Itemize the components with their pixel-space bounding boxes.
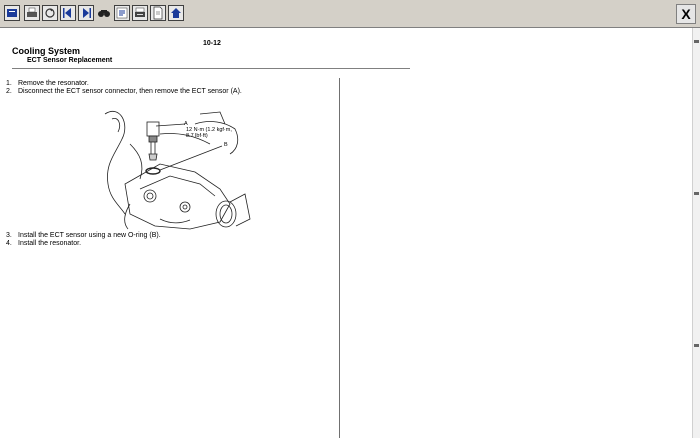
- step-number: 3.: [6, 232, 12, 239]
- label-b: B: [224, 142, 228, 148]
- step-text: Install the resonator.: [18, 240, 82, 247]
- back-icon[interactable]: [60, 5, 76, 21]
- step-text: Remove the resonator.: [18, 80, 89, 87]
- toolbar: X: [0, 0, 700, 28]
- subsection-title: ECT Sensor Replacement: [27, 57, 113, 64]
- step-item: 1. Remove the resonator.: [6, 80, 89, 87]
- home-icon[interactable]: [168, 5, 184, 21]
- step-text: Install the ECT sensor using a new O-rin…: [18, 232, 161, 239]
- page-number: 10-12: [203, 40, 221, 47]
- vertical-scrollbar[interactable]: [692, 28, 700, 438]
- scroll-down-arrow[interactable]: [694, 344, 699, 347]
- print-setup-icon[interactable]: [24, 5, 40, 21]
- step-number: 1.: [6, 80, 12, 87]
- bookmark-icon[interactable]: [114, 5, 130, 21]
- find-icon[interactable]: [96, 5, 112, 21]
- scroll-thumb[interactable]: [694, 192, 699, 195]
- step-number: 4.: [6, 240, 12, 247]
- print-icon[interactable]: [4, 5, 20, 21]
- close-button[interactable]: X: [676, 4, 696, 24]
- step-item: 4. Install the resonator.: [6, 240, 81, 247]
- ect-sensor-diagram: A 12 N·m (1.2 kgf·m, 8.7 lbf·ft) B: [100, 94, 260, 234]
- manual-page: 10-12 Cooling System ECT Sensor Replacem…: [0, 28, 692, 438]
- engine-illustration: [104, 111, 251, 230]
- title-divider: [12, 68, 410, 69]
- print-page-icon[interactable]: [132, 5, 148, 21]
- section-title: Cooling System: [12, 46, 81, 56]
- scroll-up-arrow[interactable]: [694, 40, 699, 43]
- column-divider: [339, 78, 340, 438]
- torque-spec-line2: 8.7 lbf·ft): [186, 133, 208, 139]
- open-icon[interactable]: [42, 5, 58, 21]
- step-item: 3. Install the ECT sensor using a new O-r…: [6, 232, 161, 239]
- step-number: 2.: [6, 88, 12, 95]
- document-icon[interactable]: [150, 5, 166, 21]
- forward-icon[interactable]: [78, 5, 94, 21]
